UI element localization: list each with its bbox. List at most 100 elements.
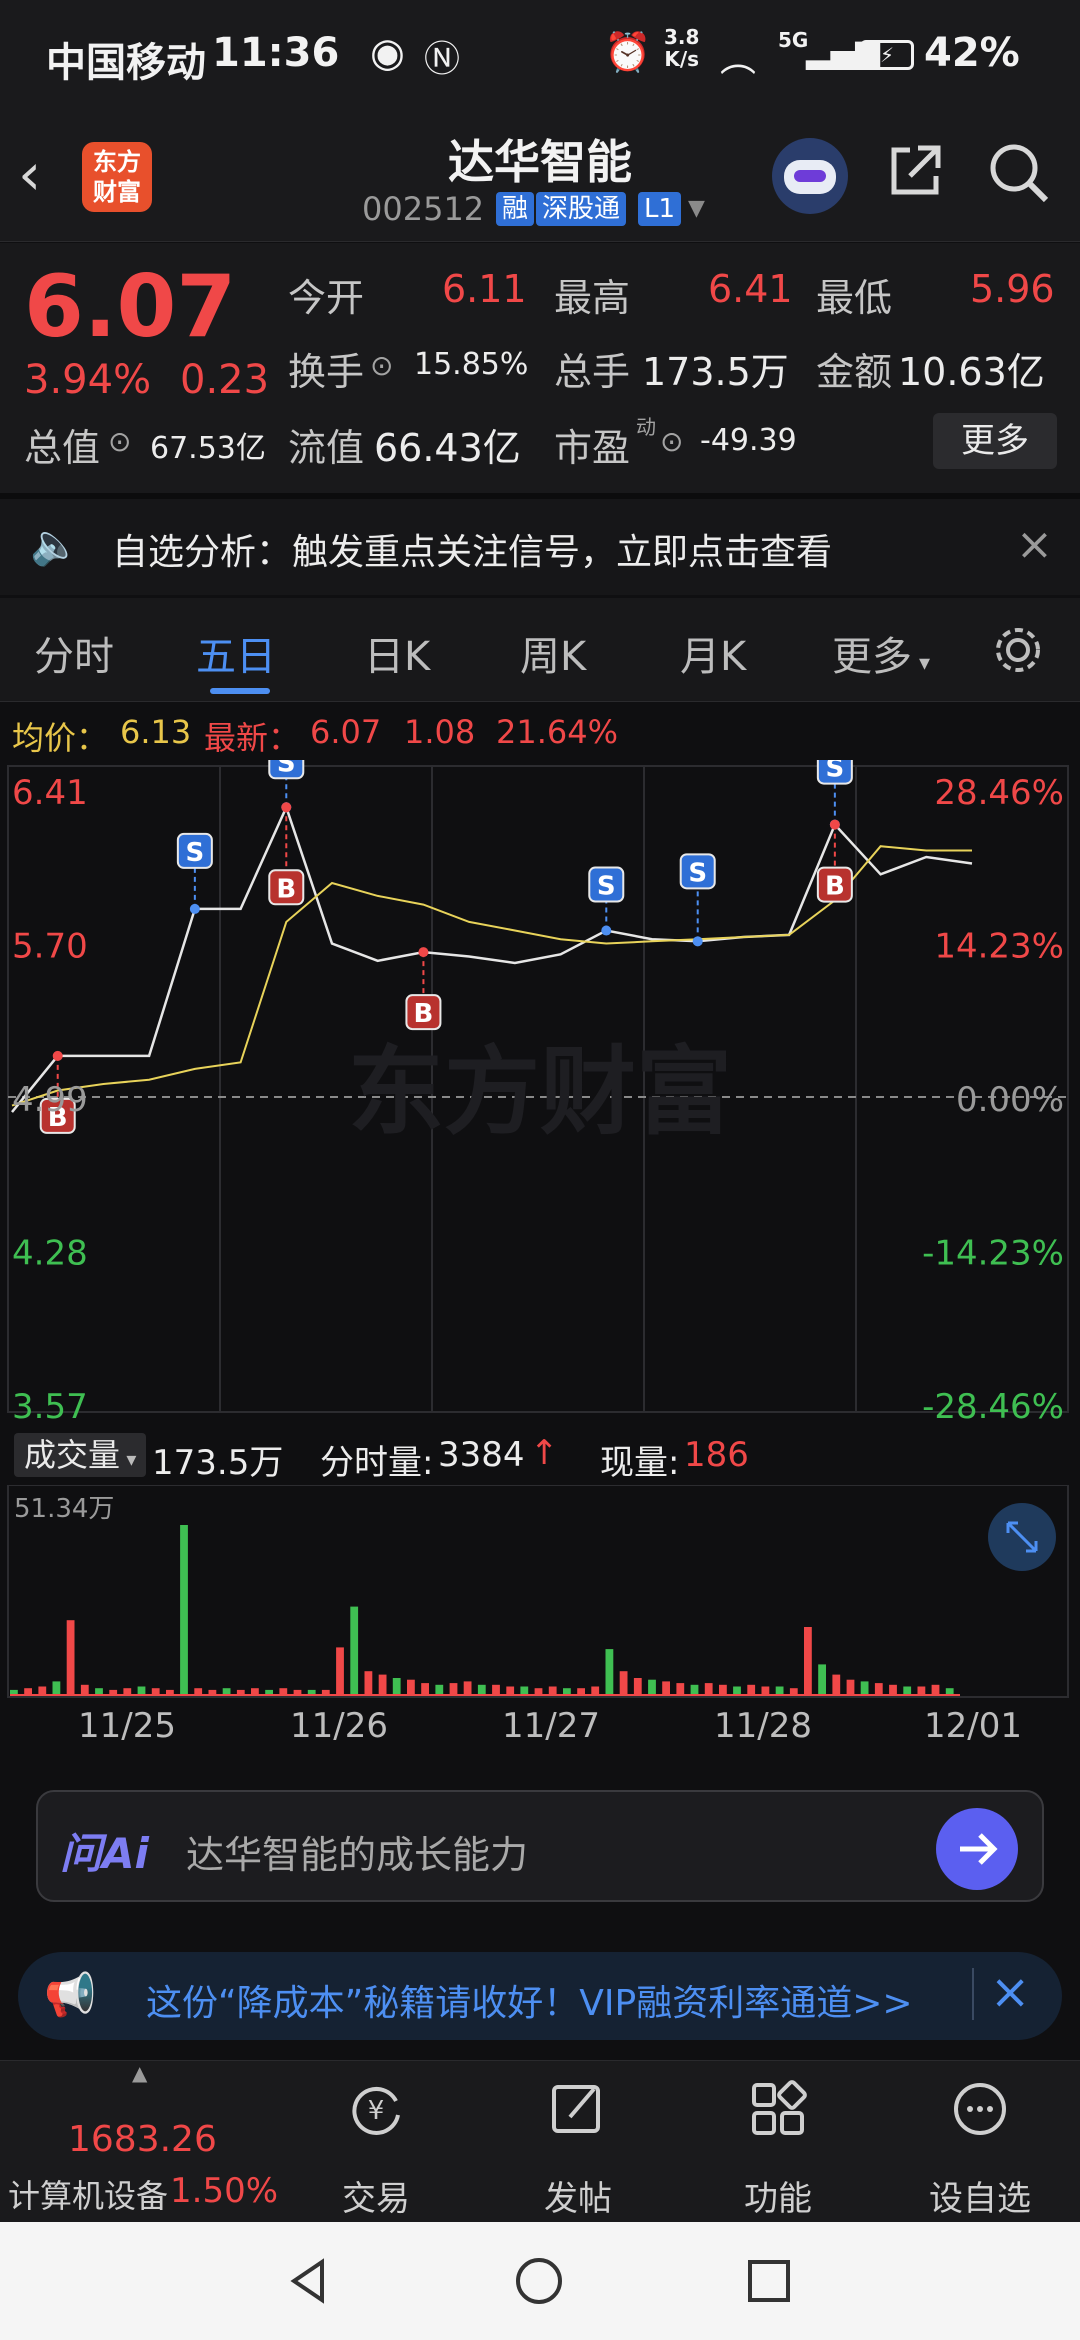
tab-monthly-k[interactable]: 月K [680, 624, 746, 682]
nav-trade[interactable]: ¥ 交易 [316, 2061, 436, 2221]
buy-marker-label: B [414, 999, 434, 1029]
more-dots-icon [954, 2083, 1006, 2135]
per-minute-value: 3384 [438, 1435, 525, 1475]
wifi-icon: ︵ [720, 39, 757, 80]
latest-value: 6.07 [310, 713, 382, 751]
ai-question-box[interactable]: 问Ai 达华智能的成长能力 [36, 1790, 1044, 1902]
watermark: 东方财富 [348, 1036, 732, 1148]
caret-up-icon: ▲ [132, 2061, 148, 2085]
amount-value: 10.63亿 [898, 350, 1045, 394]
active-tab-indicator [210, 688, 270, 694]
ai-question[interactable]: 达华智能的成长能力 [186, 1824, 528, 1879]
volume-bar [761, 1686, 770, 1695]
volume-bar [860, 1681, 869, 1695]
robot-assistant-icon[interactable] [772, 138, 848, 214]
volume-chart[interactable]: 51.34万 [0, 1485, 1080, 1699]
expand-icon[interactable] [988, 1503, 1056, 1571]
current-volume-label: 现量: [600, 1443, 680, 1483]
trade-yen-icon: ¥ [352, 2086, 400, 2135]
notice-text[interactable]: 自选分析：触发重点关注信号，立即点击查看 [112, 523, 832, 575]
volume-indicator-select[interactable]: 成交量 ▾ [14, 1433, 146, 1477]
volume-max-label: 51.34万 [14, 1494, 114, 1524]
volume-bar [563, 1688, 571, 1695]
volume-bar [903, 1686, 912, 1695]
volume-bar [789, 1688, 798, 1695]
more-button[interactable]: 更多 [933, 413, 1057, 469]
latest-change: 1.08 [404, 713, 476, 751]
volume-bar [804, 1627, 812, 1695]
nav-functions[interactable]: 功能 [718, 2061, 838, 2221]
high-label: 最高 [554, 276, 631, 320]
y-tick-right: 14.23% [934, 927, 1064, 967]
battery-icon: ⚡ [860, 40, 914, 70]
close-icon[interactable]: × [990, 1964, 1030, 2020]
volume-bar [917, 1686, 926, 1695]
tab-weekly-k[interactable]: 周K [520, 624, 586, 682]
nfc-icon: Ⓝ [424, 39, 461, 80]
stock-header: ‹ 东方 财富 达华智能 002512 融 深股通 L1 ▼ [0, 120, 1080, 242]
recents-square-icon[interactable] [744, 2256, 794, 2306]
chevron-down-icon[interactable]: ▼ [688, 196, 705, 221]
volume-bar [676, 1683, 685, 1695]
volume-bar [619, 1671, 628, 1695]
level1-tag: L1 [638, 192, 682, 226]
volume-bar [874, 1683, 883, 1695]
amount-label: 金额 [816, 350, 893, 394]
date-label: 11/25 [78, 1706, 176, 1746]
volume-bar [421, 1683, 429, 1695]
turnover-value: 15.85% [414, 347, 529, 382]
sell-marker-label: S [277, 760, 296, 778]
nav-add-watchlist[interactable]: 设自选 [920, 2061, 1040, 2221]
volume-bar [548, 1686, 557, 1695]
quote-panel: 6.07 3.94% 0.23 今开 6.11 最高 6.41 最低 5.96 … [0, 243, 1080, 493]
settings-gear-icon[interactable] [990, 622, 1046, 678]
sector-name[interactable]: 计算机设备 [8, 2171, 168, 2217]
latest-pct: 21.64% [496, 713, 619, 751]
home-circle-icon[interactable] [514, 2256, 564, 2306]
sector-index-value[interactable]: 1683.26 [68, 2119, 217, 2160]
latest-label: 最新： [204, 719, 301, 757]
volume-header: 成交量 ▾ 173.5万 分时量: 3384 ↑ 现量: 186 [0, 1425, 1080, 1485]
notice-bar[interactable]: 🔈 自选分析：触发重点关注信号，立即点击查看 × [0, 493, 1080, 595]
tab-intraday[interactable]: 分时 [34, 624, 114, 682]
volume-bar [775, 1686, 784, 1695]
per-minute-label: 分时量: [320, 1443, 434, 1483]
buy-marker-label: B [825, 872, 845, 902]
open-label: 今开 [288, 276, 365, 320]
close-icon[interactable]: × [1016, 519, 1053, 570]
volume-bar [463, 1681, 472, 1695]
info-icon[interactable]: ⊙ [660, 425, 683, 458]
change-percent: 3.94% [24, 357, 152, 403]
date-label: 11/26 [290, 1706, 388, 1746]
five-day-price-chart[interactable]: 东方财富 BSSBBS SSB 6.41 28.46%5.70 14.23%4.99 0… [0, 760, 1080, 1422]
tab-five-day[interactable]: 五日 [196, 624, 276, 682]
volume-bar [95, 1688, 103, 1695]
float-cap-label: 流值 [288, 426, 365, 470]
tab-daily-k[interactable]: 日K [364, 624, 430, 682]
volume-bar [945, 1688, 954, 1695]
volume-bar [492, 1684, 500, 1695]
volume-bar [80, 1684, 89, 1695]
search-icon[interactable] [986, 140, 1052, 206]
share-icon[interactable] [884, 140, 946, 202]
float-cap-value: 66.43亿 [374, 426, 521, 470]
tab-more[interactable]: 更多 ▾ [832, 624, 930, 682]
last-price: 6.07 [24, 257, 237, 357]
nav-post[interactable]: 发帖 [518, 2061, 638, 2221]
volume-bar [747, 1684, 756, 1695]
y-tick-right: 28.46% [934, 773, 1064, 813]
volume-bar [336, 1647, 344, 1695]
date-label: 11/27 [502, 1706, 600, 1746]
promo-text[interactable]: 这份“降成本”秘籍请收好！VIP融资利率通道>> [146, 1974, 913, 2026]
low-value: 5.96 [970, 267, 1055, 311]
turnover-label: 换手 [288, 350, 365, 394]
grid-apps-icon [752, 2080, 807, 2135]
info-icon[interactable]: ⊙ [108, 425, 131, 458]
back-triangle-icon[interactable] [284, 2256, 334, 2306]
sell-marker-label: S [597, 872, 616, 902]
info-icon[interactable]: ⊙ [370, 349, 393, 382]
y-tick-right: -28.46% [922, 1387, 1064, 1422]
promo-banner[interactable]: 📢 这份“降成本”秘籍请收好！VIP融资利率通道>> × [18, 1952, 1062, 2040]
ai-submit-button[interactable] [936, 1808, 1018, 1890]
y-tick-left: 4.28 [12, 1234, 88, 1274]
